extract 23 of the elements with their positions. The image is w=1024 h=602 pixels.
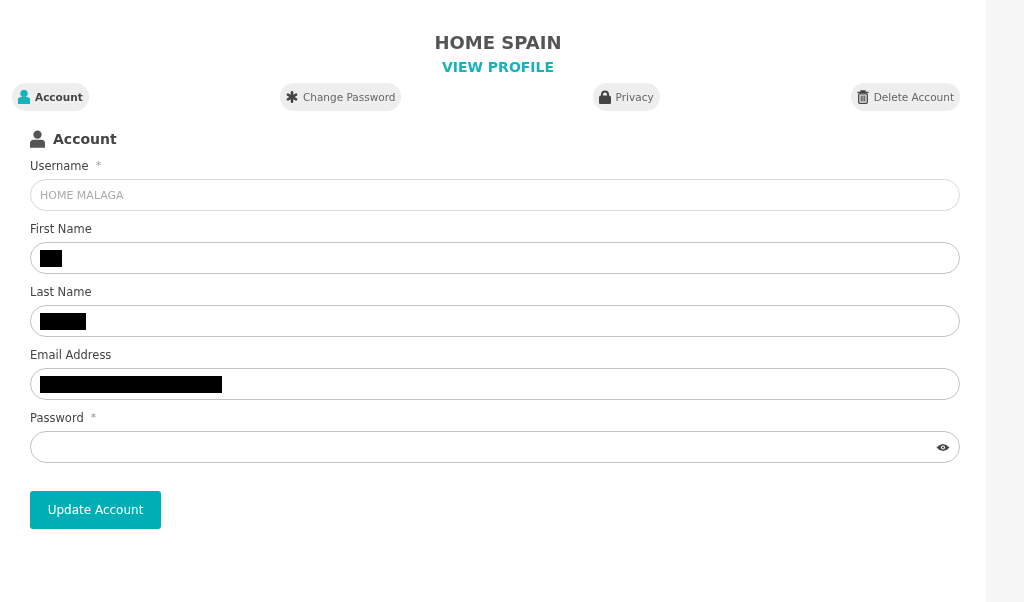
field-label: Email Address xyxy=(30,348,112,364)
tab[interactable]: Account xyxy=(12,83,89,111)
field-label: Last Name xyxy=(30,285,92,301)
lock-icon xyxy=(598,90,611,104)
field-label: Password xyxy=(30,411,84,427)
trash-icon xyxy=(856,90,869,104)
required-mark: * xyxy=(90,411,97,426)
tab[interactable]: Delete Account xyxy=(850,83,960,111)
field-label: First Name xyxy=(30,222,92,238)
section-title: Account xyxy=(53,131,117,147)
tab[interactable]: Privacy xyxy=(592,83,660,111)
user-icon xyxy=(18,90,30,104)
asterisk-icon xyxy=(285,90,298,104)
redaction-bar xyxy=(40,249,62,267)
required-mark: * xyxy=(95,159,102,174)
tab[interactable]: Change Password xyxy=(279,83,402,111)
eye-icon[interactable] xyxy=(936,442,950,452)
user-icon xyxy=(30,130,45,148)
redaction-bar xyxy=(40,312,86,330)
update-account-button[interactable]: Update Account xyxy=(30,491,161,529)
profile-title: HOME SPAIN xyxy=(434,31,562,55)
field-value: HOME MALAGA xyxy=(40,188,124,202)
field-label: Username xyxy=(30,159,89,175)
